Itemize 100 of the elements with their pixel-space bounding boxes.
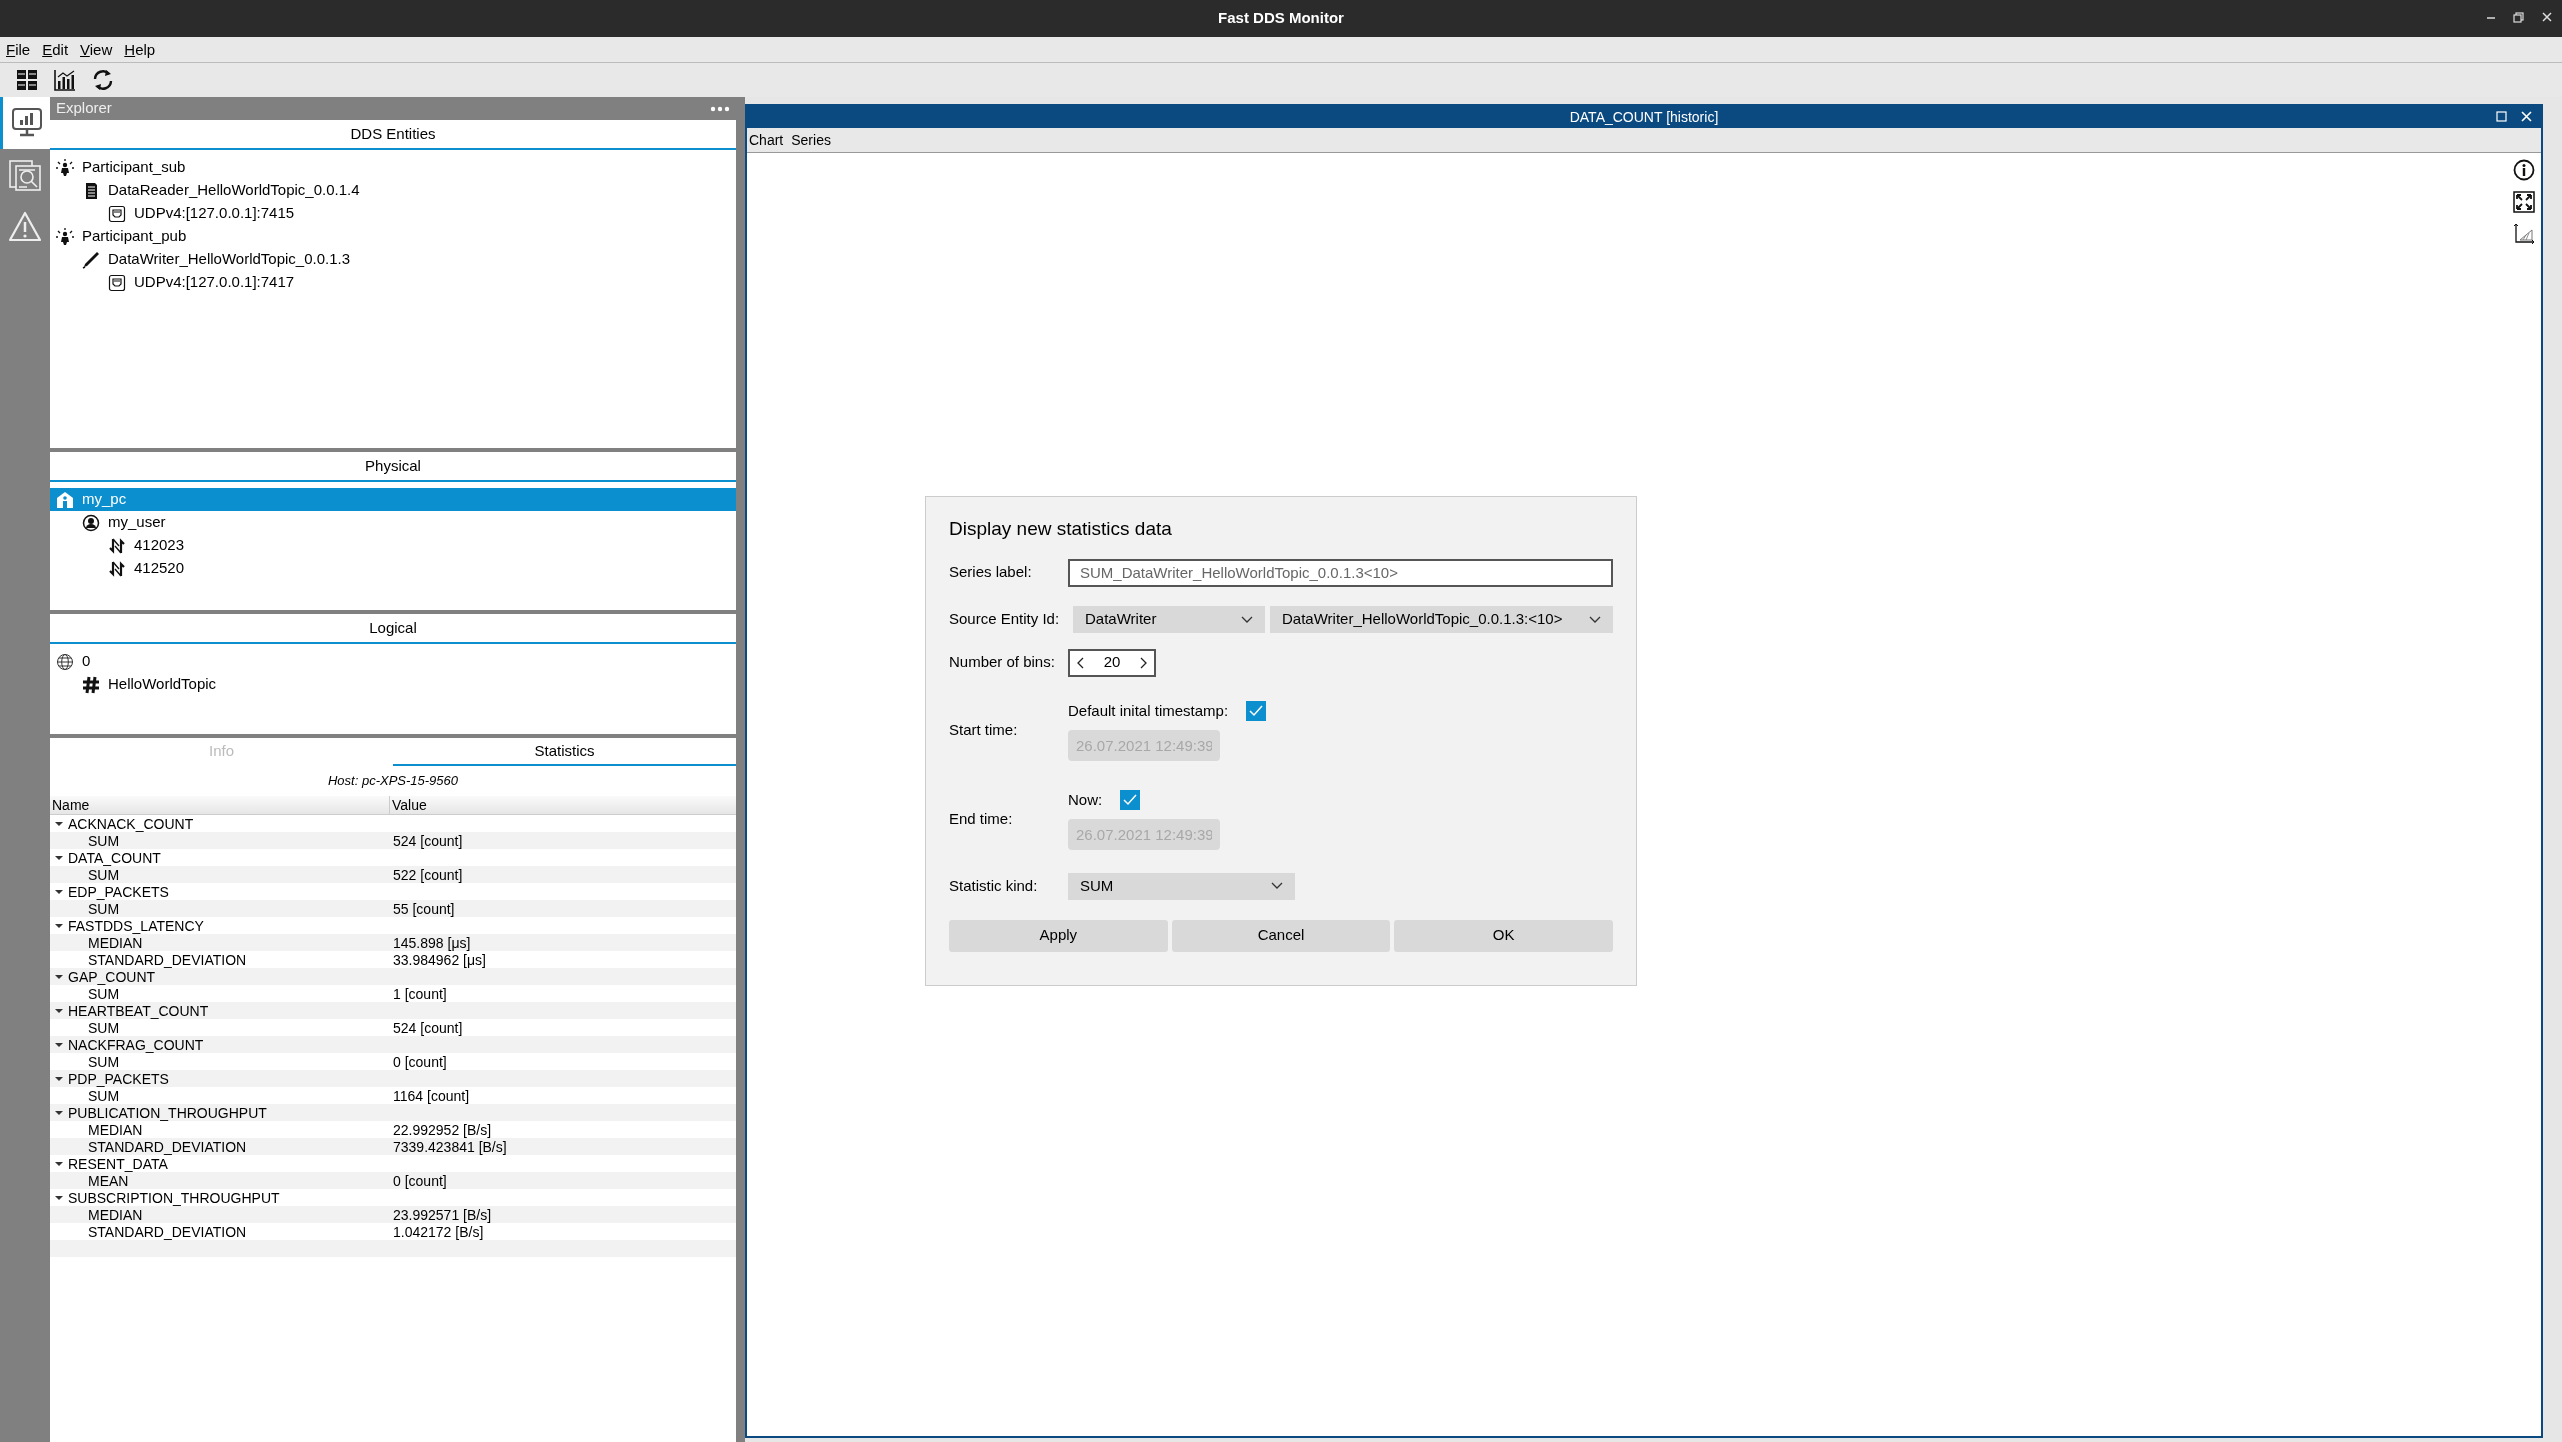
table-cell: 0 [count] (393, 1054, 447, 1069)
field-label: Source Entity Id: (949, 609, 1061, 630)
tree-item[interactable]: UDPv4:[127.0.0.1]:7415 (50, 202, 736, 225)
panel-title: Explorer (56, 98, 112, 119)
dropdown-value: DataWriter (1085, 609, 1157, 630)
chart-window-title: DATA_COUNT [historic] (1569, 107, 1719, 127)
chart-axes-icon[interactable] (2513, 223, 2535, 245)
table-cell: NACKFRAG_COUNT (68, 1037, 204, 1052)
table-cell: SUM (88, 1088, 120, 1103)
tree-item[interactable]: 0 (50, 650, 736, 673)
bins-spinbox[interactable]: 20 (1068, 648, 1156, 677)
table-cell: SUM (88, 1020, 120, 1035)
maximize-icon[interactable] (2495, 110, 2508, 123)
menu-item[interactable]: Edit (42, 42, 69, 57)
caret-down-icon[interactable] (55, 921, 63, 930)
checkbox-label: Default inital timestamp: (1068, 700, 1229, 721)
splitter-handle[interactable] (736, 97, 745, 1442)
caret-down-icon[interactable] (55, 1040, 63, 1049)
caret-down-icon[interactable] (55, 1074, 63, 1083)
menu-item[interactable]: View (80, 42, 113, 57)
entity-dropdown[interactable]: DataWriter_HelloWorldTopic_0.0.1.3:<10> (1270, 606, 1613, 633)
caret-down-icon[interactable] (55, 972, 63, 981)
caret-down-icon[interactable] (55, 887, 63, 896)
refresh-icon[interactable] (91, 68, 115, 92)
close-icon[interactable] (2540, 10, 2554, 24)
tree-item[interactable]: 412023 (50, 534, 736, 557)
dialog-button[interactable]: Apply (949, 919, 1168, 952)
field-label: Start time: (949, 720, 1019, 741)
network-port-icon (108, 273, 126, 292)
tree-item[interactable]: DataReader_HelloWorldTopic_0.0.1.4 (50, 179, 736, 202)
tree-item[interactable]: Participant_sub (50, 156, 736, 179)
table-cell: SUM (88, 1054, 120, 1069)
panel-header: Physical (365, 455, 421, 476)
dialog-title: Display new statistics data (949, 517, 1173, 541)
side-tab[interactable] (0, 97, 50, 149)
table-cell: 524 [count] (393, 1020, 463, 1035)
arrows-cycle-icon (108, 536, 126, 555)
statistic-kind-dropdown[interactable]: SUM (1068, 872, 1295, 900)
dropdown-value: DataWriter_HelloWorldTopic_0.0.1.3:<10> (1282, 609, 1563, 630)
caret-down-icon[interactable] (55, 1006, 63, 1015)
chevron-down-icon (1589, 615, 1601, 624)
host-label: Host: pc-XPS-15-9560 (327, 772, 459, 791)
dialog-button[interactable]: Cancel (1171, 919, 1391, 952)
pen-icon (82, 250, 100, 269)
table-cell: GAP_COUNT (68, 969, 156, 984)
tree-item[interactable]: UDPv4:[127.0.0.1]:7417 (50, 271, 736, 294)
table-cell: MEDIAN (88, 1122, 143, 1137)
user-circle-icon (82, 513, 100, 532)
chevron-down-icon (1271, 882, 1283, 890)
caret-down-icon[interactable] (55, 1193, 63, 1202)
tree-item[interactable]: HelloWorldTopic (50, 673, 736, 696)
table-cell: MEDIAN (88, 1207, 143, 1222)
globe-icon (56, 652, 74, 671)
more-icon[interactable] (710, 105, 730, 112)
table-cell: EDP_PACKETS (68, 884, 169, 899)
menu-item[interactable]: Series (791, 129, 831, 151)
menu-item[interactable]: Help (124, 42, 156, 57)
menu-item[interactable]: Chart (749, 129, 784, 151)
chevron-down-icon (1241, 615, 1253, 624)
tree-item[interactable]: DataWriter_HelloWorldTopic_0.0.1.3 (50, 248, 736, 271)
restore-icon[interactable] (2512, 10, 2526, 24)
caret-down-icon[interactable] (55, 853, 63, 862)
column-header[interactable]: Name (50, 796, 390, 814)
chevron-right-icon[interactable] (1140, 656, 1148, 669)
panel-header: DDS Entities (350, 123, 436, 144)
table-cell: SUM (88, 901, 120, 916)
table-cell: 145.898 [μs] (393, 935, 471, 950)
tree-item[interactable]: my_user (50, 511, 736, 534)
entity-kind-dropdown[interactable]: DataWriter (1073, 606, 1265, 633)
tree-item[interactable]: Participant_pub (50, 225, 736, 248)
document-search-icon (7, 157, 43, 193)
table-cell: 55 [count] (393, 901, 455, 916)
close-icon[interactable] (2520, 110, 2533, 123)
arrows-cycle-icon (108, 559, 126, 578)
dropdown-value: SUM (1080, 875, 1114, 896)
table-cell: MEDIAN (88, 935, 143, 950)
tree-item[interactable]: 412520 (50, 557, 736, 580)
dialog-button[interactable]: OK (1394, 919, 1613, 952)
menu-item[interactable]: File (6, 42, 31, 57)
spinbox-value: 20 (1103, 652, 1121, 673)
fit-screen-icon[interactable] (2513, 191, 2535, 213)
tree-item[interactable]: my_pc (50, 488, 736, 511)
bar-chart-icon[interactable] (53, 68, 77, 92)
grid-icon[interactable] (15, 68, 39, 92)
column-header[interactable]: Value (390, 796, 730, 814)
chevron-left-icon[interactable] (1076, 656, 1084, 669)
window-title: Fast DDS Monitor (1218, 8, 1344, 29)
series-label-field[interactable]: SUM_DataWriter_HelloWorldTopic_0.0.1.3<10> (1068, 558, 1613, 587)
info-icon[interactable] (2513, 159, 2535, 181)
table-cell: 0 [count] (393, 1173, 447, 1188)
caret-down-icon[interactable] (55, 819, 63, 828)
table-cell: STANDARD_DEVIATION (88, 1139, 247, 1154)
tab[interactable]: Statistics (393, 738, 736, 766)
caret-down-icon[interactable] (55, 1108, 63, 1117)
checkbox-label: Now: (1068, 789, 1103, 810)
person-rays-icon (56, 227, 74, 246)
field-label: End time: (949, 809, 1014, 830)
checkmark-icon (1249, 705, 1264, 717)
caret-down-icon[interactable] (55, 1159, 63, 1168)
table-cell: 1164 [count] (393, 1088, 470, 1103)
